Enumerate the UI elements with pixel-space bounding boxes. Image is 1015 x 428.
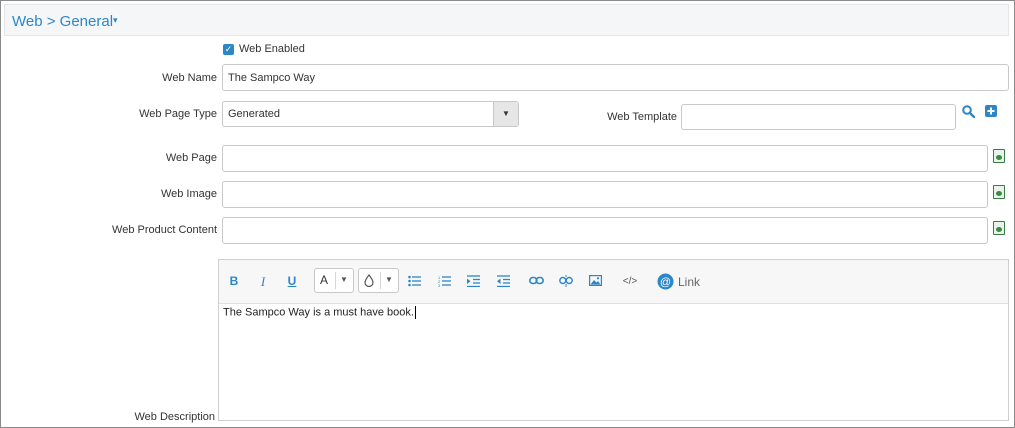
- attach-file-icon[interactable]: [993, 149, 1005, 163]
- bold-button[interactable]: B: [225, 271, 243, 292]
- editor-text: The Sampco Way is a must have book.: [223, 306, 414, 319]
- paint-drop-icon: [364, 274, 374, 287]
- numbered-list-icon[interactable]: 1 2 3: [438, 275, 451, 287]
- web-page-type-value: Generated: [228, 108, 280, 120]
- web-general-panel: Web > General ▾ ✓ Web Enabled Web Name W…: [0, 0, 1015, 428]
- divider: [335, 272, 336, 289]
- web-image-input[interactable]: [222, 181, 988, 208]
- indent-icon[interactable]: [467, 275, 480, 287]
- code-view-icon[interactable]: </>: [620, 271, 640, 292]
- insert-link-icon[interactable]: [529, 276, 544, 285]
- web-template-label: Web Template: [607, 111, 677, 123]
- background-color-dropdown[interactable]: ▼: [358, 268, 399, 293]
- underline-button[interactable]: U: [283, 271, 301, 292]
- chevron-down-icon[interactable]: ▾: [113, 15, 118, 26]
- web-page-type-label: Web Page Type: [139, 108, 217, 120]
- web-enabled-label: Web Enabled: [239, 43, 305, 55]
- svg-text:3: 3: [438, 283, 441, 287]
- chevron-down-icon: ▼: [385, 275, 393, 284]
- section-title[interactable]: Web > General: [12, 13, 113, 30]
- svg-text:@: @: [660, 276, 671, 288]
- link-button-label[interactable]: Link: [678, 275, 700, 289]
- insert-image-icon[interactable]: [589, 275, 602, 286]
- web-product-content-input[interactable]: [222, 217, 988, 244]
- at-sign-icon[interactable]: @: [657, 273, 674, 290]
- web-page-label: Web Page: [165, 152, 217, 164]
- font-color-icon: A: [320, 273, 329, 287]
- text-cursor: [414, 306, 416, 319]
- add-icon[interactable]: [985, 105, 997, 117]
- outdent-icon[interactable]: [497, 275, 510, 287]
- dropdown-arrow-icon[interactable]: ▼: [493, 102, 518, 126]
- italic-button[interactable]: I: [254, 271, 272, 292]
- divider: [380, 272, 381, 289]
- editor-content[interactable]: The Sampco Way is a must have book.: [223, 306, 416, 319]
- bulleted-list-icon[interactable]: [408, 275, 421, 287]
- section-header[interactable]: Web > General ▾: [4, 4, 1009, 36]
- web-enabled-checkbox[interactable]: ✓: [223, 44, 234, 55]
- unlink-icon[interactable]: [559, 275, 573, 287]
- chevron-down-icon: ▼: [340, 275, 348, 284]
- web-name-label: Web Name: [162, 72, 217, 84]
- search-icon[interactable]: [962, 105, 975, 118]
- web-template-input[interactable]: [681, 104, 956, 130]
- web-page-type-select[interactable]: Generated ▼: [222, 101, 519, 127]
- attach-file-icon[interactable]: [993, 221, 1005, 235]
- web-name-input[interactable]: [222, 64, 1009, 91]
- editor-toolbar: B I U A ▼ ▼ 1 2 3 </> @ Link: [219, 260, 1008, 304]
- web-description-label: Web Description: [134, 411, 216, 423]
- web-description-editor[interactable]: B I U A ▼ ▼ 1 2 3 </> @ Link The Sampco …: [218, 259, 1009, 421]
- web-image-label: Web Image: [160, 188, 217, 200]
- web-page-input[interactable]: [222, 145, 988, 172]
- web-product-content-label: Web Product Content: [112, 224, 217, 236]
- font-color-dropdown[interactable]: A ▼: [314, 268, 354, 293]
- attach-file-icon[interactable]: [993, 185, 1005, 199]
